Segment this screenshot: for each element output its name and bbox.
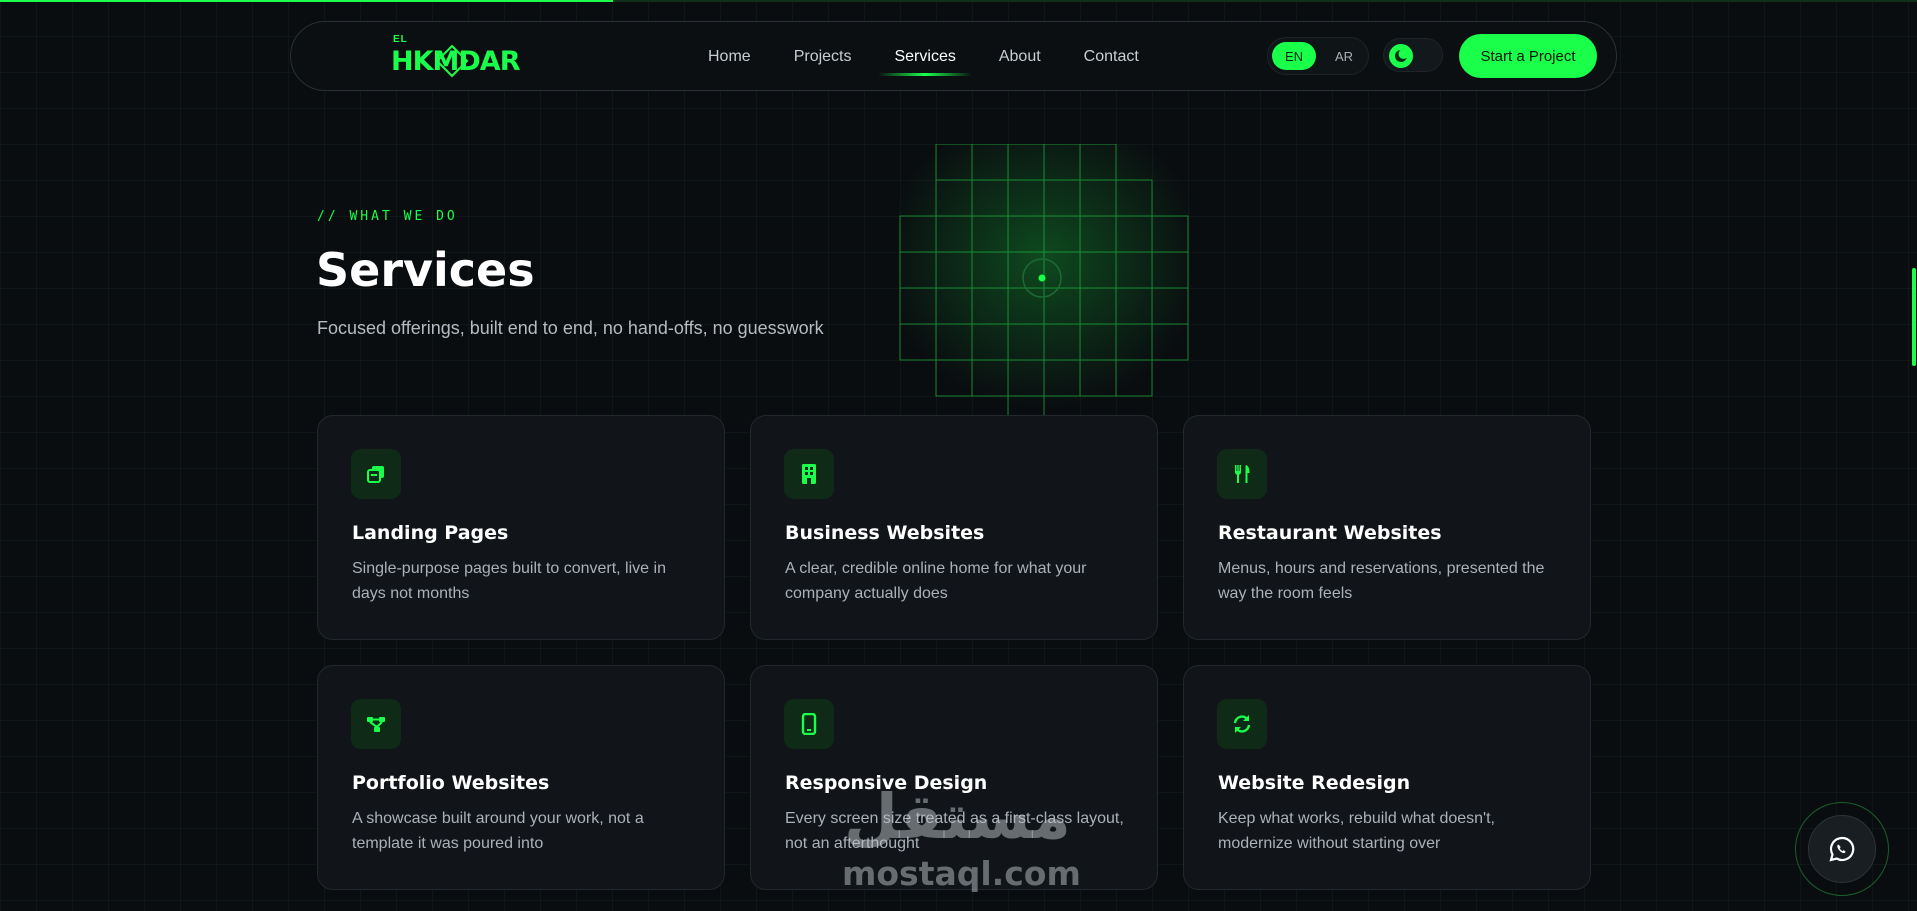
language-switch: EN AR — [1267, 37, 1369, 75]
service-card-business-websites[interactable]: Business Websites A clear, credible onli… — [750, 415, 1158, 640]
service-card-title: Restaurant Websites — [1218, 522, 1442, 544]
service-card-description: Every screen size treated as a first-cla… — [785, 810, 1124, 852]
theme-toggle[interactable] — [1383, 38, 1443, 72]
nodes-icon — [351, 699, 401, 749]
nav-home[interactable]: Home — [708, 48, 751, 66]
mobile-icon — [784, 699, 834, 749]
nav-projects[interactable]: Projects — [794, 48, 852, 66]
lang-en-button[interactable]: EN — [1272, 42, 1316, 70]
service-card-responsive-design[interactable]: Responsive Design Every screen size trea… — [750, 665, 1158, 890]
service-card-title: Responsive Design — [785, 772, 988, 794]
page-subtitle: Focused offerings, built end to end, no … — [317, 318, 824, 338]
lang-ar-button[interactable]: AR — [1324, 42, 1364, 70]
main-menu: Home Projects Services About Contact — [708, 22, 1182, 92]
service-card-description: Menus, hours and reservations, presented… — [1218, 560, 1545, 602]
service-card-title: Business Websites — [785, 522, 985, 544]
nav-about[interactable]: About — [999, 48, 1041, 66]
service-card-website-redesign[interactable]: Website Redesign Keep what works, rebuil… — [1183, 665, 1591, 890]
service-card-portfolio-websites[interactable]: Portfolio Websites A showcase built arou… — [317, 665, 725, 890]
layers-icon — [351, 449, 401, 499]
service-card-title: Website Redesign — [1218, 772, 1411, 794]
brand-logo[interactable]: EL HKMDAR — [391, 32, 520, 80]
service-card-description: A clear, credible online home for what y… — [785, 560, 1087, 602]
service-card-description: Single-purpose pages built to convert, l… — [352, 560, 666, 602]
moon-icon — [1389, 44, 1413, 68]
service-card-description: A showcase built around your work, not a… — [352, 810, 644, 852]
service-card-description: Keep what works, rebuild what doesn't, m… — [1218, 810, 1495, 852]
scrollbar[interactable] — [1911, 0, 1917, 911]
logo-diamond-icon — [435, 44, 469, 78]
logo-prefix: EL — [393, 34, 408, 45]
refresh-icon — [1217, 699, 1267, 749]
whatsapp-button-inner[interactable] — [1808, 815, 1876, 883]
utensils-icon — [1217, 449, 1267, 499]
grid-target-graphic — [898, 144, 1190, 416]
service-card-title: Portfolio Websites — [352, 772, 550, 794]
page-scroll-progress-fill — [0, 0, 614, 2]
scrollbar-thumb[interactable] — [1912, 268, 1916, 366]
section-eyebrow: // WHAT WE DO — [317, 209, 458, 224]
start-project-button[interactable]: Start a Project — [1459, 34, 1597, 78]
navbar: EL HKMDAR Home Projects Services About C… — [290, 21, 1617, 91]
nav-services[interactable]: Services — [878, 48, 973, 76]
service-card-landing-pages[interactable]: Landing Pages Single-purpose pages built… — [317, 415, 725, 640]
nav-contact[interactable]: Contact — [1084, 48, 1139, 66]
whatsapp-icon — [1829, 836, 1855, 862]
page-title: Services — [316, 243, 535, 297]
building-icon — [784, 449, 834, 499]
whatsapp-float-button[interactable] — [1795, 802, 1889, 896]
service-card-restaurant-websites[interactable]: Restaurant Websites Menus, hours and res… — [1183, 415, 1591, 640]
service-card-title: Landing Pages — [352, 522, 509, 544]
page-scroll-progress — [0, 0, 1917, 2]
